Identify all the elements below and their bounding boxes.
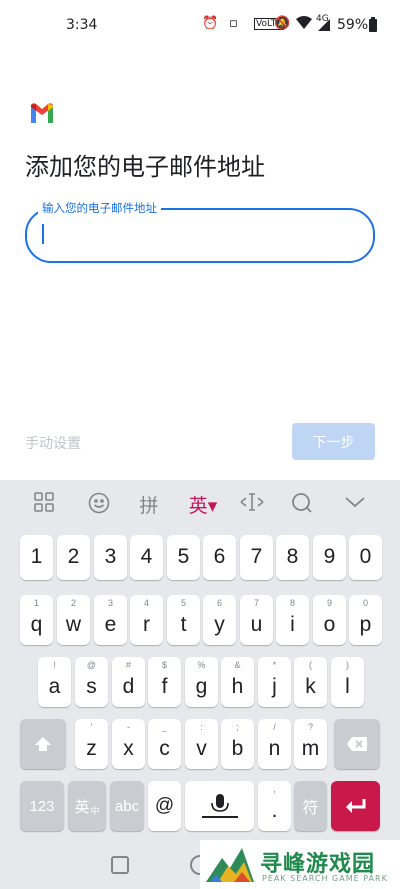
- english-mode-button[interactable]: 英▾: [183, 491, 223, 518]
- notification-icon: ▫: [229, 16, 238, 31]
- key-g[interactable]: % g: [185, 657, 218, 707]
- at-key[interactable]: @: [148, 781, 181, 831]
- key-5[interactable]: 5: [167, 535, 200, 580]
- enter-arrow-icon: [345, 799, 365, 813]
- battery-icon: [369, 17, 377, 36]
- collapse-keyboard-icon[interactable]: [340, 492, 370, 514]
- backspace-icon: [347, 737, 367, 751]
- watermark: 寻峰游戏园 PEAK SEARCH GAME PARK: [200, 840, 400, 889]
- shift-key[interactable]: [20, 719, 66, 769]
- key-z[interactable]: ' z: [75, 719, 108, 769]
- key-t[interactable]: 5t: [167, 595, 200, 645]
- gmail-logo-icon: [29, 103, 55, 123]
- microphone-icon: [201, 794, 238, 818]
- key-w[interactable]: 2w: [57, 595, 90, 645]
- key-7[interactable]: 7: [240, 535, 273, 580]
- key-9[interactable]: 9: [313, 535, 346, 580]
- key-h[interactable]: & h: [221, 657, 254, 707]
- key-n[interactable]: / n: [258, 719, 291, 769]
- mute-icon: 🔕: [274, 16, 291, 31]
- key-f[interactable]: $ f: [148, 657, 181, 707]
- backspace-key[interactable]: [334, 719, 380, 769]
- key-6[interactable]: 6: [203, 535, 236, 580]
- key-m[interactable]: ? m: [294, 719, 327, 769]
- key-o[interactable]: 9o: [313, 595, 346, 645]
- key-y[interactable]: 6y: [203, 595, 236, 645]
- key-1[interactable]: 1: [20, 535, 53, 580]
- next-button[interactable]: 下一步: [292, 423, 375, 460]
- key-x[interactable]: -x: [112, 719, 145, 769]
- key-j[interactable]: * j: [258, 657, 291, 707]
- abc-key[interactable]: abc: [110, 781, 144, 831]
- key-a[interactable]: ! a: [38, 657, 71, 707]
- key-s[interactable]: @ s: [75, 657, 108, 707]
- numbers-switch-key[interactable]: 123: [20, 781, 64, 831]
- watermark-logo-icon: [206, 848, 254, 882]
- key-d[interactable]: # d: [112, 657, 145, 707]
- key-r[interactable]: 4r: [130, 595, 163, 645]
- email-field-label: 输入您的电子邮件地址: [38, 200, 161, 216]
- key-c[interactable]: _ c: [148, 719, 181, 769]
- signal-icon: [318, 19, 330, 35]
- wifi-icon: [296, 16, 312, 33]
- recents-button[interactable]: [111, 856, 129, 874]
- key-8[interactable]: 8: [276, 535, 309, 580]
- key-u[interactable]: 7u: [240, 595, 273, 645]
- symbols-key[interactable]: 符: [294, 781, 327, 831]
- period-key[interactable]: ,.: [258, 781, 291, 831]
- key-0[interactable]: 0: [349, 535, 382, 580]
- key-q[interactable]: 1q: [20, 595, 53, 645]
- key-4[interactable]: 4: [130, 535, 163, 580]
- search-icon[interactable]: [287, 492, 317, 519]
- cursor-move-icon[interactable]: [237, 492, 267, 517]
- space-bar[interactable]: [185, 781, 254, 831]
- battery-percent: 59%: [337, 17, 369, 33]
- key-l[interactable]: ) l: [331, 657, 364, 707]
- key-k[interactable]: (k: [294, 657, 327, 707]
- text-cursor: [42, 224, 44, 244]
- shift-arrow-icon: [35, 737, 51, 751]
- manual-setup-link[interactable]: 手动设置: [25, 433, 81, 453]
- key-v[interactable]: :v: [185, 719, 218, 769]
- key-b[interactable]: ; b: [221, 719, 254, 769]
- key-p[interactable]: 0p: [349, 595, 382, 645]
- key-2[interactable]: 2: [57, 535, 90, 580]
- emoji-icon[interactable]: [84, 492, 114, 519]
- watermark-subtitle: PEAK SEARCH GAME PARK: [262, 874, 388, 883]
- key-3[interactable]: 3: [94, 535, 127, 580]
- grid-menu-icon[interactable]: [29, 492, 59, 517]
- alarm-icon: ⏰: [202, 16, 219, 31]
- enter-key[interactable]: [331, 781, 380, 831]
- pinyin-button[interactable]: 拼: [134, 491, 164, 518]
- language-switch-key[interactable]: 英中: [68, 781, 106, 831]
- page-title: 添加您的电子邮件地址: [25, 153, 265, 181]
- key-i[interactable]: 8i: [276, 595, 309, 645]
- key-e[interactable]: 3e: [94, 595, 127, 645]
- email-field[interactable]: [25, 208, 375, 263]
- status-time: 3:34: [66, 17, 98, 33]
